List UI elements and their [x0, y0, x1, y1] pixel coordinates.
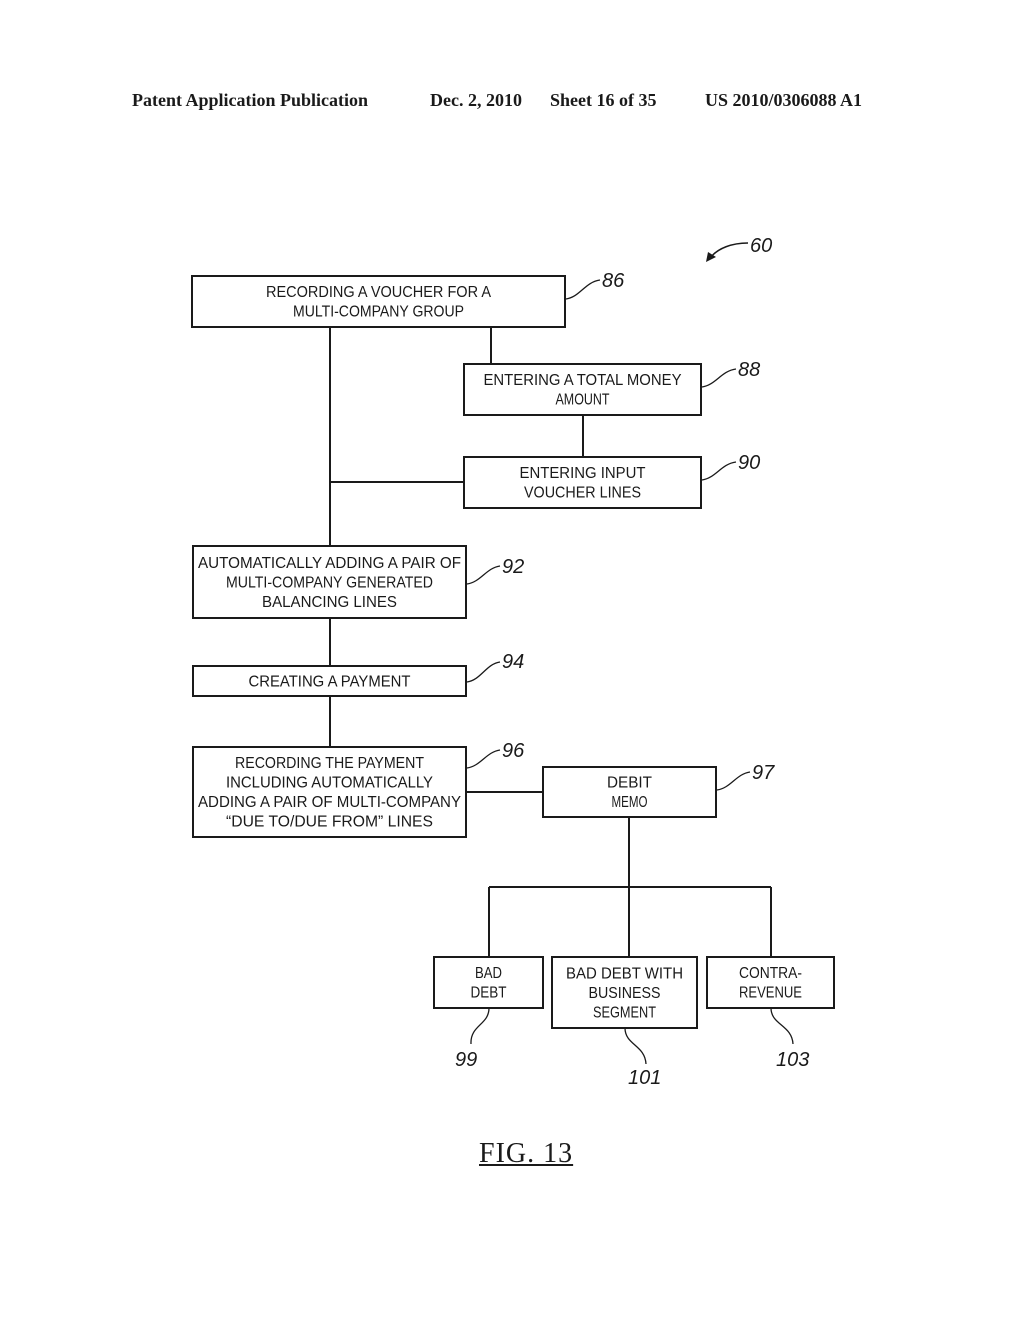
process-box-94: CREATING A PAYMENT — [192, 665, 467, 697]
process-box-90: ENTERING INPUT VOUCHER LINES — [463, 456, 702, 509]
leader-96 — [466, 749, 501, 769]
box-text-line: RECORDING THE PAYMENT — [235, 755, 424, 772]
reference-numeral-94: 94 — [502, 651, 524, 673]
process-box-101: BAD DEBT WITH BUSINESS SEGMENT — [551, 956, 698, 1029]
box-text-line: SEGMENT — [593, 1004, 656, 1021]
reference-numeral-96: 96 — [502, 740, 525, 762]
box-text-line: BUSINESS — [589, 985, 661, 1002]
process-box-99: BAD DEBT — [433, 956, 544, 1009]
box-text-line: ENTERING INPUT — [520, 465, 646, 482]
leader-103 — [770, 1007, 794, 1045]
process-box-88: ENTERING A TOTAL MONEY AMOUNT — [463, 363, 702, 416]
reference-numeral-99: 99 — [455, 1049, 477, 1071]
box-text-line: DEBIT — [607, 775, 652, 792]
box-text-line: DEBT — [471, 985, 507, 1002]
box-text-line: MEMO — [612, 794, 648, 811]
reference-numeral-103: 103 — [776, 1049, 809, 1071]
box-text-line: AMOUNT — [556, 392, 610, 409]
leader-101 — [624, 1027, 647, 1065]
figure-label: FIG. 13 — [479, 1138, 574, 1169]
process-box-92: AUTOMATICALLY ADDING A PAIR OF MULTI-COMP… — [192, 545, 467, 619]
process-box-103: CONTRA- REVENUE — [706, 956, 835, 1009]
reference-numeral-86: 86 — [602, 270, 625, 292]
leader-88 — [701, 368, 737, 388]
box-text-line: RECORDING A VOUCHER FOR A — [266, 284, 491, 301]
reference-numeral-92: 92 — [502, 556, 524, 578]
box-text-line: INCLUDING AUTOMATICALLY — [226, 775, 433, 792]
leader-94 — [466, 661, 501, 683]
reference-numeral-90: 90 — [738, 452, 760, 474]
box-text-line: ENTERING A TOTAL MONEY — [484, 372, 682, 389]
leader-99 — [470, 1007, 490, 1045]
reference-numeral-101: 101 — [628, 1067, 661, 1089]
process-box-97: DEBIT MEMO — [542, 766, 717, 818]
box-text-line: BAD — [475, 965, 502, 982]
box-text-line: CONTRA- — [739, 965, 802, 982]
process-box-86: RECORDING A VOUCHER FOR A MULTI-COMPANY G… — [191, 275, 566, 328]
leader-97 — [716, 771, 751, 791]
box-text-line: BALANCING LINES — [262, 594, 397, 611]
box-text-line: VOUCHER LINES — [524, 485, 641, 502]
box-text-line: MULTI-COMPANY GROUP — [293, 304, 464, 321]
figure-ref-60: 60 — [750, 235, 772, 257]
reference-numeral-88: 88 — [738, 359, 760, 381]
box-text-line: CREATING A PAYMENT — [249, 673, 411, 690]
box-text-line: ADDING A PAIR OF MULTI-COMPANY — [198, 794, 461, 811]
leader-90 — [701, 461, 737, 481]
box-text-line: “DUE TO/DUE FROM” LINES — [226, 814, 433, 831]
connectors — [329, 327, 772, 957]
leader-92 — [466, 565, 501, 585]
box-text-line: AUTOMATICALLY ADDING A PAIR OF — [198, 555, 461, 572]
flowchart: RECORDING A VOUCHER FOR A MULTI-COMPANY G… — [191, 235, 835, 1089]
reference-numeral-97: 97 — [752, 762, 775, 784]
box-text-line: BAD DEBT WITH — [566, 965, 683, 982]
box-text-line: REVENUE — [739, 985, 802, 1002]
leader-86 — [565, 279, 601, 300]
pointer-arrow-60 — [709, 242, 749, 259]
box-text-line: MULTI-COMPANY GENERATED — [226, 574, 433, 591]
process-box-96: RECORDING THE PAYMENT INCLUDING AUTOMATIC… — [192, 746, 467, 838]
